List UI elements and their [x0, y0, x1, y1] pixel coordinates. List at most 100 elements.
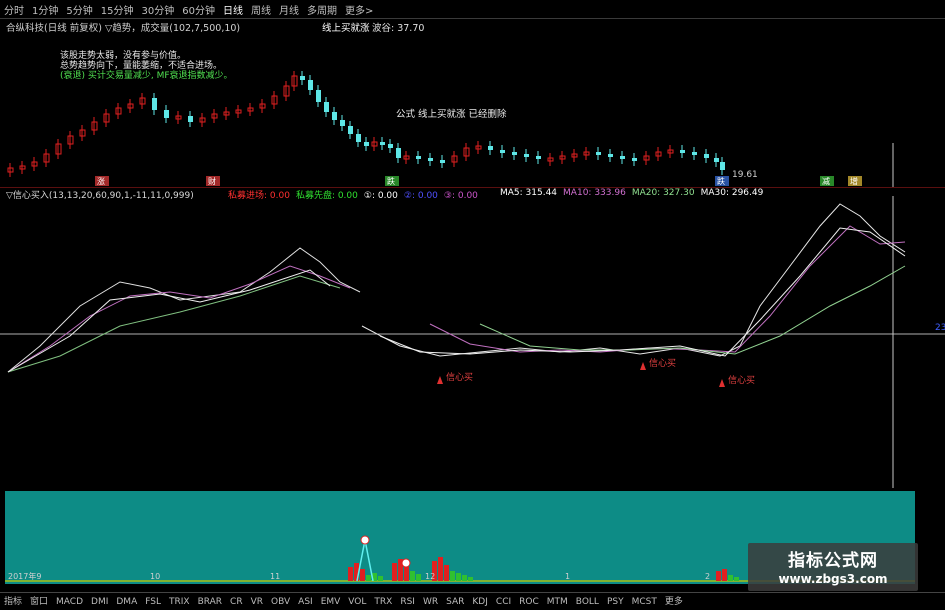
- candle-down: [620, 156, 625, 159]
- marker-label: 涨: [97, 176, 105, 186]
- volume-bar: [462, 575, 467, 581]
- candle-down: [340, 120, 345, 126]
- watermark-title: 指标公式网: [788, 551, 878, 571]
- indicator-tab-13[interactable]: VOL: [344, 596, 370, 607]
- month-label: 2017年9: [8, 571, 41, 581]
- period-tab-2[interactable]: 5分钟: [62, 0, 96, 17]
- period-toolbar: 分时 1分钟 5分钟 15分钟 30分钟 60分钟 日线 周线 月线 多周期 更多>: [0, 0, 945, 19]
- candle-down: [720, 162, 725, 170]
- indicator-tab-24[interactable]: MCST: [628, 596, 661, 607]
- candle-down: [608, 154, 613, 157]
- marker-label: 减: [822, 176, 830, 186]
- candle-down: [316, 90, 321, 102]
- line-green-2: [479, 265, 906, 355]
- candle-down: [428, 158, 433, 161]
- candle-down: [416, 156, 421, 159]
- indicator-tab-22[interactable]: BOLL: [572, 596, 603, 607]
- candle-down: [714, 158, 719, 162]
- indicator-tab-23[interactable]: PSY: [603, 596, 628, 607]
- buy-arrow-icon: [437, 376, 443, 384]
- candle-down: [692, 152, 697, 155]
- period-tab-1[interactable]: 1分钟: [28, 0, 62, 17]
- candle-down: [164, 110, 169, 118]
- buy-label: 信心买: [649, 357, 676, 369]
- indicator-tab-15[interactable]: RSI: [396, 596, 419, 607]
- indicator-tab-20[interactable]: ROC: [515, 596, 543, 607]
- indicator-axis-value: 23: [935, 323, 945, 333]
- volume-bar: [416, 574, 421, 581]
- candle-down: [152, 98, 157, 110]
- buy-arrow-icon: [719, 379, 725, 387]
- indicator-tab-6[interactable]: TRIX: [165, 596, 194, 607]
- indicator-tab-12[interactable]: EMV: [317, 596, 345, 607]
- indicator-tab-4[interactable]: DMA: [112, 596, 141, 607]
- volume-bar: [360, 569, 365, 581]
- watermark: 指标公式网 www.zbgs3.com: [748, 543, 918, 591]
- candle-down: [348, 126, 353, 134]
- candle-down: [524, 154, 529, 157]
- marker-label: 跌: [387, 176, 395, 186]
- line-white-4: [379, 227, 906, 357]
- indicator-tab-9[interactable]: VR: [247, 596, 267, 607]
- volume-bar: [734, 577, 739, 581]
- month-label: 2: [705, 572, 710, 581]
- period-tab-8[interactable]: 月线: [275, 0, 303, 17]
- volume-bar: [392, 563, 397, 581]
- indicator-tab-2[interactable]: MACD: [52, 596, 87, 607]
- indicator-tab-25[interactable]: 更多: [661, 593, 687, 607]
- candle-down: [308, 80, 313, 90]
- month-label: 10: [150, 572, 160, 581]
- period-tab-3[interactable]: 15分钟: [97, 0, 138, 17]
- indicator-tab-16[interactable]: WR: [419, 596, 442, 607]
- watermark-url: www.zbgs3.com: [778, 572, 888, 586]
- indicator-tab-11[interactable]: ASI: [294, 596, 317, 607]
- month-label: 11: [270, 572, 280, 581]
- line-white-3: [361, 203, 906, 357]
- indicator-tab-1[interactable]: 窗口: [26, 593, 52, 607]
- buy-label: 信心买: [446, 371, 473, 383]
- volume-bar: [438, 557, 443, 581]
- line-green-1: [7, 275, 341, 373]
- period-tab-4[interactable]: 30分钟: [137, 0, 178, 17]
- candle-down: [512, 152, 517, 155]
- indicator-tab-21[interactable]: MTM: [543, 596, 572, 607]
- period-tab-10[interactable]: 更多>: [341, 0, 377, 17]
- buy-arrow-icon: [640, 362, 646, 370]
- period-tab-5[interactable]: 60分钟: [178, 0, 219, 17]
- spike-dot-icon: [401, 558, 411, 568]
- period-tab-9[interactable]: 多周期: [303, 0, 341, 17]
- volume-bar: [450, 571, 455, 581]
- period-tab-0[interactable]: 分时: [0, 0, 28, 17]
- period-tab-6[interactable]: 日线: [219, 0, 247, 17]
- indicator-tab-14[interactable]: TRX: [370, 596, 396, 607]
- indicator-tab-8[interactable]: CR: [226, 596, 247, 607]
- candlestick-chart[interactable]: 涨财跌跌减增: [0, 18, 945, 188]
- indicator-tab-3[interactable]: DMI: [87, 596, 112, 607]
- indicator-tabs: 指标 窗口 MACD DMI DMA FSL TRIX BRAR CR VR OBV ASI EMV VO…: [0, 592, 945, 610]
- volume-bar: [348, 567, 353, 581]
- candle-down: [188, 116, 193, 122]
- volume-bar: [468, 577, 473, 581]
- indicator-tab-10[interactable]: OBV: [267, 596, 294, 607]
- buy-label: 信心买: [728, 374, 755, 386]
- indicator-tab-0[interactable]: 指标: [0, 593, 26, 607]
- volume-bar: [716, 571, 721, 581]
- volume-bar: [378, 576, 383, 581]
- candle-down: [500, 150, 505, 153]
- marker-label: 财: [208, 176, 216, 186]
- indicator-chart[interactable]: 信心买信心买信心买: [0, 196, 945, 488]
- month-label: 1: [565, 572, 570, 581]
- indicator-tab-5[interactable]: FSL: [141, 596, 165, 607]
- indicator-tab-7[interactable]: BRAR: [194, 596, 226, 607]
- volume-bar: [456, 573, 461, 581]
- volume-bar: [728, 575, 733, 581]
- candle-down: [388, 144, 393, 148]
- indicator-tab-17[interactable]: SAR: [442, 596, 468, 607]
- volume-bar: [410, 571, 415, 581]
- month-label: 12: [425, 572, 435, 581]
- spike-dot-icon: [360, 535, 370, 545]
- period-tab-7[interactable]: 周线: [247, 0, 275, 17]
- indicator-tab-19[interactable]: CCI: [492, 596, 515, 607]
- volume-bar: [366, 575, 371, 581]
- indicator-tab-18[interactable]: KDJ: [468, 596, 492, 607]
